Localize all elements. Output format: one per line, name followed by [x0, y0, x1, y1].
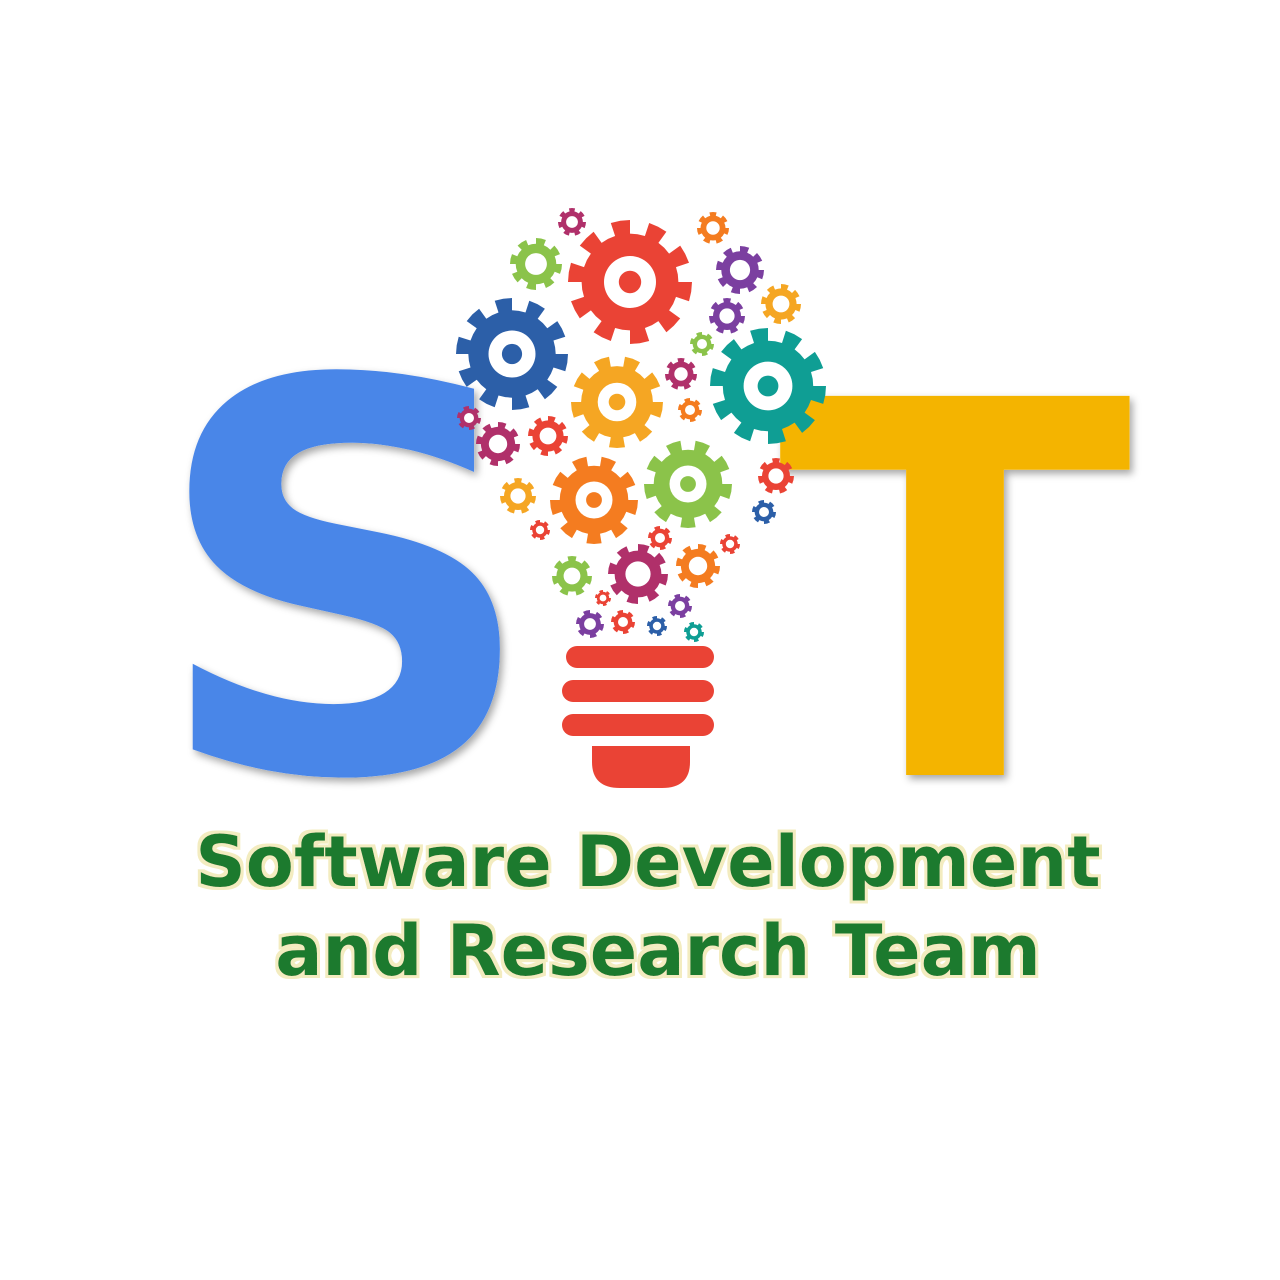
gear-hole [618, 617, 628, 627]
gear-hole [772, 295, 790, 313]
gear-hole [510, 488, 526, 504]
gear-hole [625, 561, 651, 587]
tagline-line-2: and Research Team [275, 910, 1041, 992]
gear-hole [768, 468, 784, 484]
gear-center [586, 492, 602, 508]
gear-hole [464, 413, 474, 423]
gear-hole [697, 339, 707, 349]
gear-hole [729, 259, 751, 281]
gear-hole [674, 367, 688, 381]
gear-hole [688, 556, 708, 576]
gear-center [757, 375, 779, 397]
gear-hole [675, 601, 685, 611]
logo-canvas: S T Software Development and Research Te… [0, 0, 1280, 1280]
gear-hole [706, 221, 720, 235]
gear-center [680, 476, 696, 492]
gear-hole [488, 434, 508, 454]
gear-hole [719, 308, 735, 324]
tagline-line-1: Software Development [195, 821, 1100, 903]
gear-center [608, 393, 626, 411]
light-bulb-base-icon [562, 646, 714, 788]
logo-letter-t: T [778, 292, 1136, 898]
gear-hole [599, 594, 607, 602]
gear-hole [685, 405, 695, 415]
gear-hole [725, 539, 735, 549]
gear-center [501, 343, 523, 365]
gear-hole [525, 253, 547, 275]
gear-hole [584, 618, 596, 630]
gear-hole [759, 507, 769, 517]
gear-hole [652, 621, 662, 631]
logo-graphic: S T Software Development and Research Te… [151, 208, 1136, 992]
gear-hole [539, 427, 557, 445]
gear-center [618, 270, 642, 294]
gear-hole [655, 533, 665, 543]
gear-hole [689, 627, 699, 637]
gear-hole [563, 567, 581, 585]
gear-hole [535, 525, 545, 535]
gear-hole [566, 216, 578, 228]
